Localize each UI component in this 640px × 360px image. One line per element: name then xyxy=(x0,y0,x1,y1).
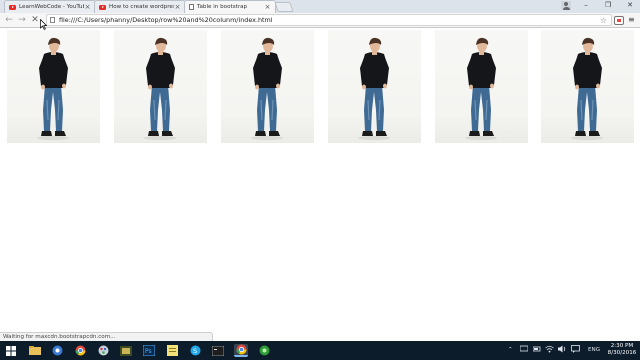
paint-app-icon[interactable] xyxy=(96,344,110,357)
photoshop-icon[interactable]: Ps xyxy=(142,344,156,357)
forward-icon[interactable]: → xyxy=(16,14,28,26)
product-image-4 xyxy=(328,30,421,143)
minimize-icon[interactable]: – xyxy=(576,0,596,11)
product-image-5 xyxy=(435,30,528,143)
language-indicator[interactable]: ENG xyxy=(588,345,600,355)
tray-network-icon[interactable] xyxy=(519,345,529,357)
tab-learnwebcode[interactable]: LearnWebCode - YouTube × xyxy=(4,0,96,13)
tab-table-in-bootstrap[interactable]: Table in bootstrap × xyxy=(184,0,276,13)
clock-date: 8/30/2016 xyxy=(607,350,637,356)
close-tab-icon[interactable]: × xyxy=(174,3,181,11)
windows-start-icon[interactable] xyxy=(4,344,18,357)
product-image-1 xyxy=(7,30,100,143)
recorder-app-icon[interactable] xyxy=(257,344,271,357)
tab-how-to-create-wordpress[interactable]: How to create wordpress × xyxy=(94,0,186,13)
skype-icon[interactable]: S xyxy=(188,344,202,357)
product-image-6 xyxy=(541,30,634,143)
restore-icon[interactable]: ❐ xyxy=(598,0,618,11)
taskbar-clock[interactable]: 2:30 PM 8/30/2016 xyxy=(606,343,638,357)
terminal-icon[interactable] xyxy=(211,344,225,357)
notes-app-icon[interactable] xyxy=(165,344,179,357)
close-tab-icon[interactable]: × xyxy=(84,3,91,11)
tab-strip: LearnWebCode - YouTube × How to create w… xyxy=(0,0,640,13)
tray-power-icon[interactable] xyxy=(532,345,541,357)
clock-time: 2:30 PM xyxy=(610,343,634,349)
svg-text:S: S xyxy=(193,347,197,355)
windows-taskbar: Ps S ⌃ ENG 2:30 PM 8/30/2016 xyxy=(0,341,640,360)
tab-title: Table in bootstrap xyxy=(197,4,248,10)
youtube-icon xyxy=(9,4,16,10)
video-editor-icon[interactable] xyxy=(119,344,133,357)
tray-overflow-icon[interactable]: ⌃ xyxy=(508,345,513,355)
mouse-cursor-icon xyxy=(40,19,47,30)
tray-message-icon[interactable] xyxy=(571,345,580,357)
page-icon xyxy=(189,4,194,10)
file-explorer-icon[interactable] xyxy=(28,344,42,357)
browser-toolbar: ← → ✕ file:///C:/Users/phanny/Desktop/ro… xyxy=(0,13,640,28)
status-bubble: Waiting for maxcdn.bootstrapcdn.com... xyxy=(0,332,213,341)
bookmark-star-icon[interactable]: ☆ xyxy=(600,15,607,26)
tab-title: How to create wordpress xyxy=(109,4,174,10)
svg-text:Ps: Ps xyxy=(145,348,152,355)
extension-icon[interactable] xyxy=(614,16,624,25)
page-content xyxy=(0,28,640,332)
chrome-running-icon[interactable] xyxy=(234,344,248,357)
product-image-2 xyxy=(114,30,207,143)
tray-volume-icon[interactable] xyxy=(558,345,567,357)
back-icon[interactable]: ← xyxy=(3,14,15,26)
tab-title: LearnWebCode - YouTube xyxy=(19,4,84,10)
youtube-icon xyxy=(99,4,106,10)
close-window-icon[interactable]: ✕ xyxy=(620,0,640,11)
profile-icon[interactable] xyxy=(561,1,571,10)
address-bar[interactable]: file:///C:/Users/phanny/Desktop/row%20an… xyxy=(46,14,612,26)
network-app-icon[interactable] xyxy=(50,344,64,357)
chrome-menu-icon[interactable]: ≡ xyxy=(628,14,635,26)
tray-wifi-icon[interactable] xyxy=(545,345,554,357)
close-tab-icon[interactable]: × xyxy=(264,3,271,11)
new-tab-button[interactable] xyxy=(274,2,294,12)
product-image-3 xyxy=(221,30,314,143)
url-text: file:///C:/Users/phanny/Desktop/row%20an… xyxy=(59,16,273,24)
chrome-icon[interactable] xyxy=(73,344,87,357)
page-info-icon[interactable] xyxy=(50,17,55,23)
